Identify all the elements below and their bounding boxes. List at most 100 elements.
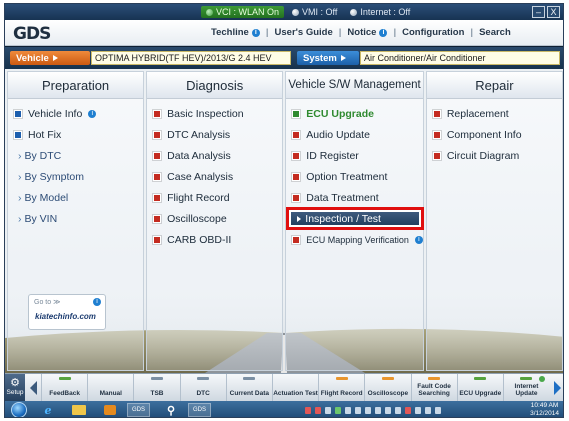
media-player-icon[interactable] — [97, 403, 123, 417]
tray-icon[interactable] — [425, 406, 431, 414]
by-symptom-item[interactable]: By Symptom — [8, 166, 143, 187]
case-analysis-label: Case Analysis — [167, 170, 234, 183]
carb-obd-item[interactable]: CARB OBD-II — [147, 229, 282, 250]
tray-icon[interactable] — [415, 406, 421, 414]
logo-text: GDS — [13, 24, 51, 44]
oscilloscope-label: Oscilloscope — [167, 212, 227, 225]
data-analysis-item[interactable]: Data Analysis — [147, 145, 282, 166]
update-indicator-icon — [539, 376, 546, 382]
tray-icon[interactable] — [355, 406, 361, 414]
tray-icon[interactable] — [315, 406, 321, 414]
gear-icon: ⚙ — [10, 377, 20, 389]
toolbar-dtc[interactable]: DTC — [179, 374, 226, 401]
tray-icon[interactable] — [345, 406, 351, 414]
kiatechinfo-link[interactable]: Go to ≫ i kiatechinfo.com — [28, 294, 106, 330]
tray-icon[interactable] — [365, 406, 371, 414]
toolbar-manual[interactable]: Manual — [87, 374, 133, 401]
toolbar-prev-button[interactable] — [25, 374, 41, 401]
vehicle-select-button[interactable]: Vehicle — [10, 51, 90, 65]
menu-configuration-label: Configuration — [402, 27, 465, 38]
id-register-item[interactable]: ID Register — [286, 145, 423, 166]
menu-notice-label: Notice — [347, 27, 377, 38]
replacement-item[interactable]: Replacement — [427, 103, 562, 124]
windows-taskbar: e GDS ⚲ GDS 10:49 AM 3/12/2014 — [5, 401, 563, 417]
tray-icon[interactable] — [335, 406, 341, 414]
arrow-left-icon — [29, 380, 37, 395]
square-bullet-icon — [153, 130, 162, 139]
ecu-mapping-item[interactable]: ECU Mapping Verification i — [286, 229, 423, 250]
internet-indicator-icon — [350, 8, 358, 16]
info-icon: i — [88, 109, 97, 118]
option-treatment-item[interactable]: Option Treatment — [286, 166, 423, 187]
internet-status-text: Internet : Off — [360, 7, 411, 17]
internet-explorer-icon[interactable]: e — [35, 403, 61, 417]
taskbar-gds-app[interactable]: GDS — [127, 403, 151, 417]
toolbar-next-button[interactable] — [549, 374, 563, 401]
toolbar-ecu-upgrade[interactable]: ECU Upgrade — [456, 374, 503, 401]
search-icon[interactable]: ⚲ — [158, 403, 184, 417]
toolbar-internet-update[interactable]: Internet Update — [502, 374, 549, 401]
menu-users-guide[interactable]: User's Guide — [269, 27, 339, 38]
by-vin-label: By VIN — [24, 212, 58, 225]
audio-update-label: Audio Update — [306, 128, 370, 141]
toolbar-fault-code-searching[interactable]: Fault Code Searching — [410, 374, 457, 401]
toolbar-flight-record[interactable]: Flight Record — [318, 374, 364, 401]
case-analysis-item[interactable]: Case Analysis — [147, 166, 282, 187]
ecu-upgrade-item[interactable]: ECU Upgrade — [286, 103, 423, 124]
basic-inspection-item[interactable]: Basic Inspection — [147, 103, 282, 124]
menu-configuration[interactable]: Configuration — [396, 27, 470, 38]
tray-icon[interactable] — [405, 406, 411, 414]
dtc-analysis-item[interactable]: DTC Analysis — [147, 124, 282, 145]
inspection-test-item[interactable]: Inspection / Test — [286, 207, 425, 230]
tray-icon[interactable] — [325, 406, 331, 414]
toolbar-feedback[interactable]: FeedBack — [41, 374, 87, 401]
taskbar-clock[interactable]: 10:49 AM 3/12/2014 — [530, 402, 559, 417]
by-dtc-item[interactable]: By DTC — [8, 145, 143, 166]
vci-status[interactable]: VCI : WLAN On — [201, 6, 285, 18]
toolbar-tsb[interactable]: TSB — [133, 374, 179, 401]
system-field[interactable]: Air Conditioner/Air Conditioner — [360, 51, 560, 65]
menu-techline[interactable]: Techline i — [205, 27, 266, 38]
minimize-button[interactable]: – — [532, 6, 545, 18]
menu-notice[interactable]: Notice i — [341, 27, 393, 38]
toolbar-actuation-test[interactable]: Actuation Test — [271, 374, 318, 401]
tray-icon[interactable] — [375, 406, 381, 414]
audio-update-item[interactable]: Audio Update — [286, 124, 423, 145]
internet-status[interactable]: Internet : Off — [345, 6, 415, 18]
inspection-test-row: Inspection / Test — [286, 207, 425, 230]
tray-icon[interactable] — [385, 406, 391, 414]
menu-search-label: Search — [479, 27, 511, 38]
start-button-icon[interactable] — [11, 402, 27, 417]
vehicle-field[interactable]: OPTIMA HYBRID(TF HEV)/2013/G 2.4 HEV — [91, 51, 291, 65]
close-button[interactable]: X — [547, 6, 560, 18]
square-bullet-icon — [292, 193, 301, 202]
oscilloscope-item[interactable]: Oscilloscope — [147, 208, 282, 229]
gds-logo: GDS — [13, 24, 51, 44]
kiatechinfo-brand: kiatechinfo.com — [35, 312, 96, 321]
by-vin-item[interactable]: By VIN — [8, 208, 143, 229]
volume-icon[interactable] — [435, 406, 441, 414]
tray-icon[interactable] — [395, 406, 401, 414]
vmi-status[interactable]: VMI : Off — [287, 6, 342, 18]
square-bullet-icon — [292, 235, 301, 244]
flight-record-item[interactable]: Flight Record — [147, 187, 282, 208]
system-label: System — [303, 52, 337, 64]
data-analysis-label: Data Analysis — [167, 149, 231, 162]
data-treatment-item[interactable]: Data Treatment — [286, 187, 423, 208]
circuit-diagram-item[interactable]: Circuit Diagram — [427, 145, 562, 166]
hot-fix-item[interactable]: Hot Fix — [8, 124, 143, 145]
component-info-item[interactable]: Component Info — [427, 124, 562, 145]
setup-button[interactable]: ⚙ Setup — [5, 374, 25, 401]
taskbar-gds-window[interactable]: GDS — [188, 403, 212, 417]
by-model-item[interactable]: By Model — [8, 187, 143, 208]
by-model-label: By Model — [24, 191, 69, 204]
system-select-button[interactable]: System — [297, 51, 359, 65]
toolbar-current-data[interactable]: Current Data — [225, 374, 272, 401]
vehicle-label: Vehicle — [16, 52, 49, 64]
menu-search[interactable]: Search — [473, 27, 517, 38]
folder-icon[interactable] — [69, 403, 89, 417]
square-bullet-icon — [432, 130, 441, 139]
vehicle-info-item[interactable]: Vehicle Info i — [8, 103, 143, 124]
toolbar-oscilloscope[interactable]: Oscilloscope — [364, 374, 410, 401]
tray-icon[interactable] — [305, 406, 311, 414]
